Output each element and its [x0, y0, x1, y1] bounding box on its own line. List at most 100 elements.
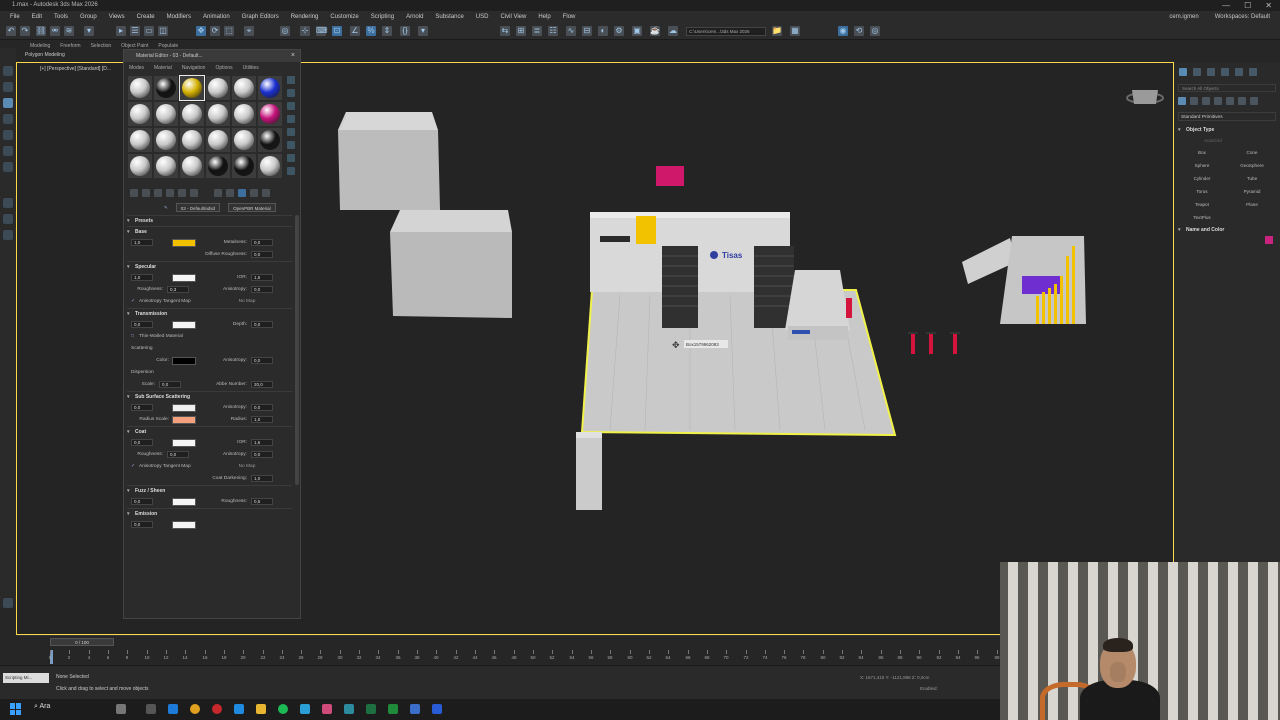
material-slot[interactable]: [258, 76, 282, 100]
section-base[interactable]: Base: [127, 226, 292, 238]
material-slot[interactable]: [232, 102, 256, 126]
align-icon[interactable]: ⊞: [516, 26, 526, 36]
base-color-swatch[interactable]: [172, 239, 196, 247]
pink-box[interactable]: [656, 166, 684, 186]
menu-arnold[interactable]: Arnold: [400, 11, 429, 23]
coordinate-readout[interactable]: X: 1671,415 Y: -1121,988 Z: 0,0cm: [860, 673, 1000, 683]
object-color-swatch[interactable]: [1265, 236, 1273, 244]
box-top-left[interactable]: [338, 112, 440, 210]
select-by-material-icon[interactable]: [287, 167, 295, 175]
material-slot[interactable]: [232, 154, 256, 178]
render-cloud-icon[interactable]: ☁: [668, 26, 678, 36]
time-slider[interactable]: 0 / 100: [50, 638, 114, 646]
material-slot[interactable]: [232, 128, 256, 152]
backlight-icon[interactable]: [287, 89, 295, 97]
material-slot[interactable]: [206, 102, 230, 126]
coat-weight-spinner[interactable]: 0,0: [131, 439, 153, 446]
display-tab-icon[interactable]: [1235, 68, 1243, 76]
edit-named-sets-icon[interactable]: {}: [400, 26, 410, 36]
show-end-result-icon[interactable]: [238, 189, 246, 197]
material-editor-titlebar[interactable]: Material Editor - 03 - Default... ×: [124, 50, 300, 62]
menu-modifiers[interactable]: Modifiers: [161, 11, 197, 23]
curve-editor-icon[interactable]: ∿: [566, 26, 576, 36]
layer-icon[interactable]: [3, 98, 13, 108]
material-slot[interactable]: [258, 154, 282, 178]
menu-usd[interactable]: USD: [470, 11, 495, 23]
material-slot[interactable]: [206, 76, 230, 100]
radius-scale-swatch[interactable]: [172, 416, 196, 424]
metalness-spinner[interactable]: 0,0: [251, 239, 273, 246]
pick-material-icon[interactable]: ✎: [164, 203, 168, 212]
material-slot[interactable]: [180, 128, 204, 152]
coat-tangent-checkbox[interactable]: ✓: [131, 461, 135, 473]
select-icon[interactable]: [3, 66, 13, 76]
windows-start-icon[interactable]: [10, 703, 22, 715]
helpers-icon[interactable]: [1226, 97, 1234, 105]
snap-icon[interactable]: ⊡: [332, 26, 342, 36]
base-weight-spinner[interactable]: 1,0: [131, 239, 153, 246]
section-coat[interactable]: Coat: [127, 426, 292, 438]
put-to-library-icon[interactable]: [190, 189, 198, 197]
material-slot[interactable]: [154, 128, 178, 152]
box-button[interactable]: Box: [1178, 148, 1226, 158]
material-scrollbar[interactable]: [295, 215, 299, 485]
ribbon-subtitle[interactable]: Polygon Modeling: [25, 52, 65, 58]
menu-flow[interactable]: Flow: [557, 11, 582, 23]
weather-icon[interactable]: [116, 704, 126, 714]
cameras-icon[interactable]: [1214, 97, 1222, 105]
app-icon[interactable]: [322, 704, 332, 714]
display-icon[interactable]: [3, 82, 13, 92]
material-slot[interactable]: [154, 154, 178, 178]
layers-icon[interactable]: ≣: [532, 26, 542, 36]
render-frame-icon[interactable]: ▣: [632, 26, 642, 36]
move-icon[interactable]: ✥: [196, 26, 206, 36]
coat-color-swatch[interactable]: [172, 439, 196, 447]
telegram-icon[interactable]: [300, 704, 310, 714]
cone-button[interactable]: Cone: [1228, 148, 1276, 158]
material-slot[interactable]: [128, 102, 152, 126]
material-slot[interactable]: [154, 102, 178, 126]
material-slot[interactable]: [128, 128, 152, 152]
coat-ior-spinner[interactable]: 1,6: [251, 439, 273, 446]
project-path[interactable]: C:\Users\cem...\3ds Max 2026: [686, 27, 766, 36]
spotify-icon[interactable]: [278, 704, 288, 714]
render-icon[interactable]: ☕: [650, 26, 660, 36]
freeze-icon[interactable]: [3, 146, 13, 156]
menu-rendering[interactable]: Rendering: [285, 11, 325, 23]
uv-tiling-icon[interactable]: [287, 115, 295, 123]
close-button[interactable]: ✕: [1265, 0, 1272, 11]
show-shaded-icon[interactable]: [226, 189, 234, 197]
section-emission[interactable]: Emission: [127, 508, 292, 520]
abbe-spinner[interactable]: 20,0: [251, 381, 273, 388]
geosphere-button[interactable]: GeoSphere: [1228, 161, 1276, 171]
outlook-icon[interactable]: [432, 704, 442, 714]
column[interactable]: [576, 432, 602, 510]
torus-button[interactable]: Torus: [1178, 187, 1226, 197]
scatter-anisotropy-spinner[interactable]: 0,0: [251, 357, 273, 364]
ribbon-tab-freeform[interactable]: Freeform: [60, 40, 80, 52]
mirror-icon[interactable]: ⇆: [500, 26, 510, 36]
fuzz-weight-spinner[interactable]: 0,0: [131, 498, 153, 505]
maximize-button[interactable]: ☐: [1244, 0, 1251, 11]
project-folder-icon[interactable]: 📁: [772, 26, 782, 36]
word-icon[interactable]: [410, 704, 420, 714]
geometry-icon[interactable]: [1178, 97, 1186, 105]
rect-select-icon[interactable]: ▭: [144, 26, 154, 36]
menu-graph-editors[interactable]: Graph Editors: [236, 11, 285, 23]
menu-edit[interactable]: Edit: [26, 11, 48, 23]
3dsmax-icon[interactable]: [344, 704, 354, 714]
named-selection-icon[interactable]: ▾: [418, 26, 428, 36]
fuzz-color-swatch[interactable]: [172, 498, 196, 506]
chrome-icon[interactable]: [190, 704, 200, 714]
menu-tools[interactable]: Tools: [48, 11, 74, 23]
menu-animation[interactable]: Animation: [197, 11, 236, 23]
thin-walled-checkbox[interactable]: □: [131, 331, 134, 343]
collapse-icon[interactable]: [3, 598, 13, 608]
track-bar[interactable]: 0 2 4 6 8 10 12 14 16 18 20 22 24 26 28 30 32 34 36 38 40 42 4…: [34, 650, 1000, 664]
menu-group[interactable]: Group: [74, 11, 103, 23]
plane-button[interactable]: Plane: [1228, 200, 1276, 210]
shapes-icon[interactable]: [1190, 97, 1198, 105]
window-crossing-icon[interactable]: ◫: [158, 26, 168, 36]
link-icon[interactable]: ⛓: [36, 26, 46, 36]
material-slot[interactable]: [258, 102, 282, 126]
